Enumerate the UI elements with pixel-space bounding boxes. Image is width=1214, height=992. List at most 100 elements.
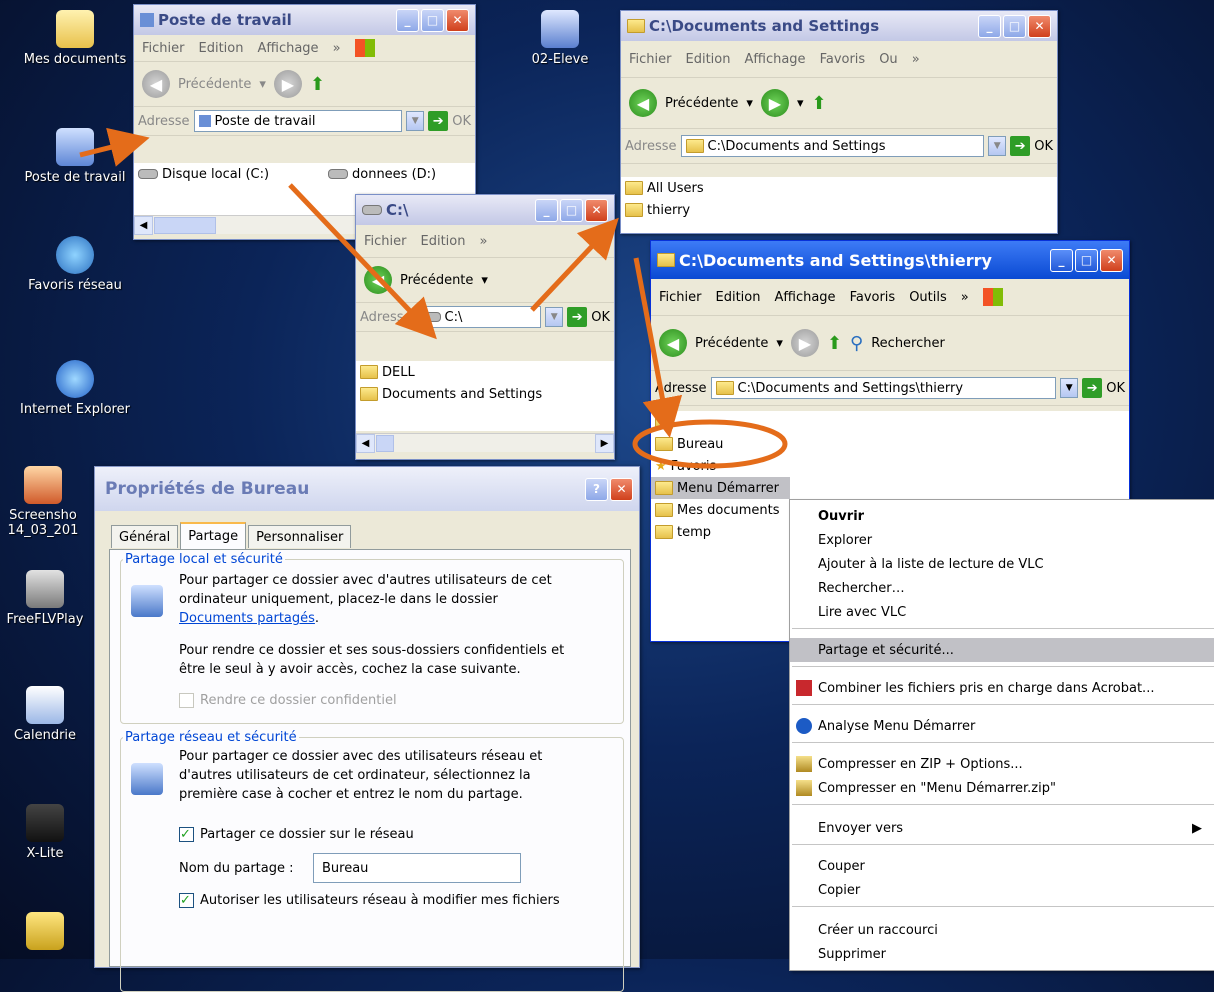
maximize-button[interactable]: □ bbox=[1003, 14, 1026, 38]
menu-fichier[interactable]: Fichier bbox=[142, 41, 185, 56]
dropdown-arrow-icon[interactable]: ▾ bbox=[259, 77, 266, 92]
list-item-documents-and-settings[interactable]: Documents and Settings bbox=[356, 383, 614, 405]
list-item-disque-c[interactable]: Disque local (C:) bbox=[134, 163, 269, 185]
go-arrow-icon[interactable]: ➔ bbox=[428, 111, 449, 131]
list-item-dell[interactable]: DELL bbox=[356, 361, 614, 383]
search-button-label[interactable]: Rechercher bbox=[871, 336, 945, 351]
close-button[interactable]: ✕ bbox=[1028, 14, 1051, 38]
address-dropdown-button[interactable]: ▼ bbox=[545, 307, 564, 327]
desktop-icon-x-lite[interactable]: X-Lite bbox=[0, 804, 90, 861]
dialog-title-bar[interactable]: Propriétés de Bureau ? ✕ bbox=[95, 467, 639, 511]
documents-partages-link[interactable]: Documents partagés bbox=[179, 611, 315, 626]
horizontal-scrollbar[interactable]: ◀ ▶ bbox=[356, 433, 614, 453]
desktop-icon-screenshot[interactable]: Screensho 14_03_201 bbox=[0, 466, 86, 538]
chevron-more-icon[interactable]: » bbox=[479, 234, 487, 249]
address-input[interactable]: Poste de travail bbox=[193, 110, 403, 132]
close-button[interactable]: ✕ bbox=[1100, 248, 1123, 272]
dropdown-arrow-icon[interactable]: ▾ bbox=[797, 96, 804, 111]
share-checkbox[interactable] bbox=[179, 825, 194, 844]
scroll-thumb[interactable] bbox=[154, 217, 216, 234]
dropdown-arrow-icon[interactable]: ▾ bbox=[746, 96, 753, 111]
up-folder-icon[interactable]: ⬆ bbox=[811, 93, 826, 114]
desktop-icon-yellow-app[interactable] bbox=[0, 912, 90, 954]
title-bar[interactable]: Poste de travail _ □ ✕ bbox=[134, 5, 475, 35]
menu-item-rechercher[interactable]: Rechercher… bbox=[790, 576, 1214, 600]
menu-item-ouvrir[interactable]: Ouvrir bbox=[790, 504, 1214, 528]
private-checkbox-row[interactable]: Rendre ce dossier confidentiel bbox=[179, 691, 397, 710]
back-arrow-icon[interactable]: ◀ bbox=[364, 266, 392, 294]
address-dropdown-button[interactable]: ▼ bbox=[988, 136, 1007, 156]
desktop-icon-freeflvplayer[interactable]: FreeFLVPlay bbox=[0, 570, 90, 627]
desktop-icon-poste-de-travail[interactable]: Poste de travail bbox=[10, 128, 140, 185]
up-folder-icon[interactable]: ⬆ bbox=[827, 333, 842, 354]
menu-item-couper[interactable]: Couper bbox=[790, 854, 1214, 878]
menu-item-creer-raccourci[interactable]: Créer un raccourci bbox=[790, 918, 1214, 942]
menu-favoris[interactable]: Favoris bbox=[850, 290, 896, 305]
address-input[interactable]: C:\Documents and Settings bbox=[680, 135, 985, 157]
address-dropdown-button[interactable]: ▼ bbox=[1060, 378, 1079, 398]
menu-item-copier[interactable]: Copier bbox=[790, 878, 1214, 902]
allow-checkbox-row[interactable]: Autoriser les utilisateurs réseau à modi… bbox=[179, 891, 560, 910]
menu-edition[interactable]: Edition bbox=[421, 234, 466, 249]
go-button-label[interactable]: OK bbox=[452, 114, 471, 129]
back-button-label[interactable]: Précédente bbox=[178, 77, 251, 92]
menu-item-partage-securite[interactable]: Partage et sécurité... bbox=[790, 638, 1214, 662]
address-input[interactable]: C:\Documents and Settings\thierry bbox=[710, 377, 1057, 399]
list-item-donnees-d[interactable]: donnees (D:) bbox=[324, 163, 436, 185]
menu-item-combiner-acrobat[interactable]: Combiner les fichiers pris en charge dan… bbox=[790, 676, 1214, 700]
go-button-label[interactable]: OK bbox=[1034, 139, 1053, 154]
minimize-button[interactable]: _ bbox=[1050, 248, 1073, 272]
title-bar[interactable]: C:\Documents and Settings\thierry _ □ ✕ bbox=[651, 241, 1129, 279]
scroll-thumb[interactable] bbox=[376, 435, 394, 452]
minimize-button[interactable]: _ bbox=[396, 8, 419, 32]
list-item-all-users[interactable]: All Users bbox=[621, 177, 1057, 199]
desktop-icon-calendrier[interactable]: Calendrie bbox=[0, 686, 90, 743]
chevron-more-icon[interactable]: » bbox=[333, 41, 341, 56]
properties-dialog[interactable]: Propriétés de Bureau ? ✕ Général Partage… bbox=[94, 466, 640, 992]
tab-personnaliser[interactable]: Personnaliser bbox=[248, 525, 352, 548]
dropdown-arrow-icon[interactable]: ▾ bbox=[776, 336, 783, 351]
close-button[interactable]: ✕ bbox=[446, 8, 469, 32]
menu-edition[interactable]: Edition bbox=[199, 41, 244, 56]
menu-outils[interactable]: Ou bbox=[879, 52, 897, 67]
desktop-icon-mes-documents[interactable]: Mes documents bbox=[10, 10, 140, 67]
list-item-menu-demarrer[interactable]: Menu Démarrer bbox=[651, 477, 790, 499]
menu-favoris[interactable]: Favoris bbox=[820, 52, 866, 67]
maximize-button[interactable]: □ bbox=[560, 198, 583, 222]
close-button[interactable]: ✕ bbox=[585, 198, 608, 222]
share-checkbox-row[interactable]: Partager ce dossier sur le réseau bbox=[179, 825, 414, 844]
menu-edition[interactable]: Edition bbox=[686, 52, 731, 67]
menu-item-supprimer[interactable]: Supprimer bbox=[790, 942, 1214, 966]
list-item-bureau[interactable]: Bureau bbox=[651, 433, 1129, 455]
scroll-right-button[interactable]: ▶ bbox=[595, 434, 614, 453]
back-button-label[interactable]: Précédente bbox=[695, 336, 768, 351]
private-checkbox[interactable] bbox=[179, 693, 194, 708]
menu-item-vlc-playlist[interactable]: Ajouter à la liste de lecture de VLC bbox=[790, 552, 1214, 576]
back-arrow-icon[interactable]: ◀ bbox=[629, 89, 657, 117]
menu-item-compresser-zip[interactable]: Compresser en "Menu Démarrer.zip" bbox=[790, 776, 1214, 800]
scroll-left-button[interactable]: ◀ bbox=[356, 434, 375, 453]
forward-arrow-icon[interactable]: ▶ bbox=[790, 329, 819, 357]
back-button-label[interactable]: Précédente bbox=[400, 273, 473, 288]
up-folder-icon[interactable]: ⬆ bbox=[310, 74, 325, 95]
window-documents-and-settings[interactable]: C:\Documents and Settings _ □ ✕ Fichier … bbox=[620, 10, 1058, 234]
maximize-button[interactable]: □ bbox=[421, 8, 444, 32]
go-button-label[interactable]: OK bbox=[1106, 381, 1125, 396]
chevron-more-icon[interactable]: » bbox=[912, 52, 920, 67]
maximize-button[interactable]: □ bbox=[1075, 248, 1098, 272]
go-arrow-icon[interactable]: ➔ bbox=[1010, 136, 1031, 156]
scroll-left-button[interactable]: ◀ bbox=[134, 216, 153, 235]
desktop-icon-favoris-reseau[interactable]: Favoris réseau bbox=[10, 236, 140, 293]
forward-arrow-icon[interactable]: ▶ bbox=[760, 89, 789, 117]
address-dropdown-button[interactable]: ▼ bbox=[406, 111, 425, 131]
search-icon[interactable]: ⚲ bbox=[850, 333, 863, 354]
minimize-button[interactable]: _ bbox=[535, 198, 558, 222]
forward-arrow-icon[interactable]: ▶ bbox=[273, 70, 302, 98]
menu-outils[interactable]: Outils bbox=[909, 290, 947, 305]
list-item-partial[interactable] bbox=[651, 411, 1129, 433]
share-name-input[interactable]: Bureau bbox=[313, 853, 521, 883]
help-button[interactable]: ? bbox=[585, 477, 608, 501]
close-button[interactable]: ✕ bbox=[610, 477, 633, 501]
go-button-label[interactable]: OK bbox=[591, 310, 610, 325]
desktop-icon-internet-explorer[interactable]: Internet Explorer bbox=[10, 360, 140, 417]
